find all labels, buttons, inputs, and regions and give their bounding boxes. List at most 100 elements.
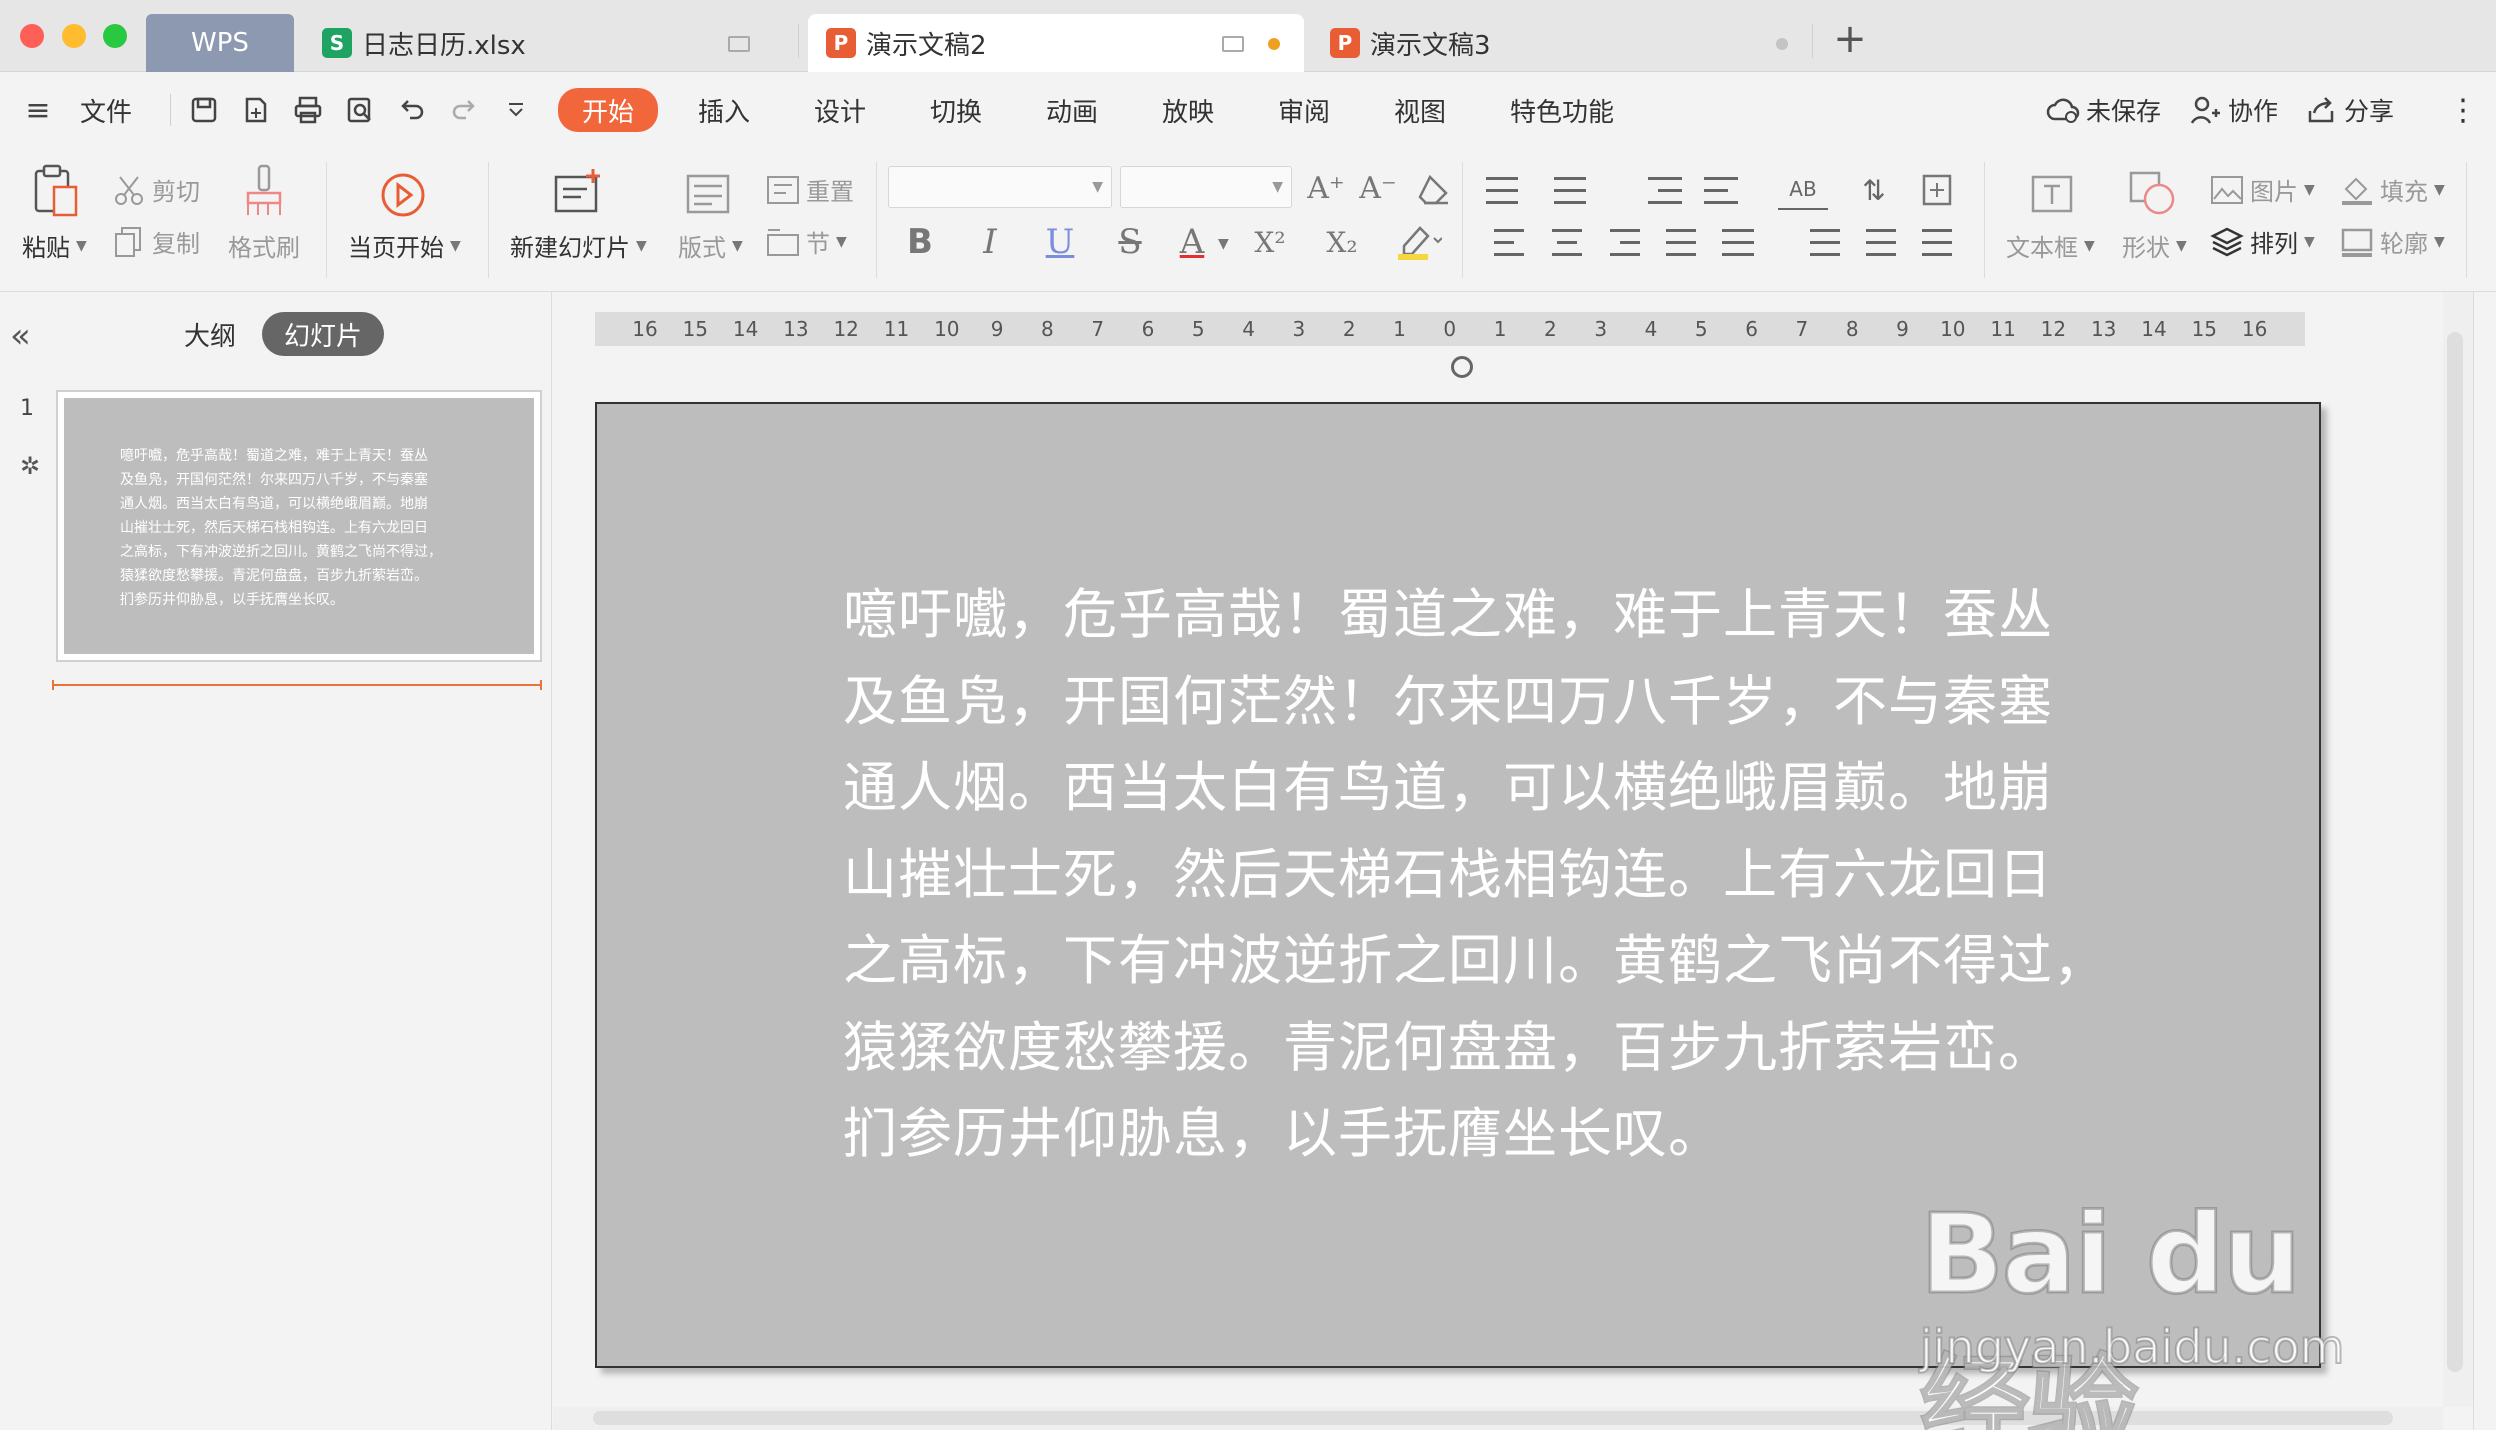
undo-icon[interactable] xyxy=(396,94,428,126)
hamburger-menu-icon[interactable]: ≡ xyxy=(22,93,54,128)
slide-thumbnail[interactable]: 噫吁嚱，危乎高哉！蜀道之难，难于上青天！蚕丛 及鱼凫，开国何茫然！尔来四万八千岁… xyxy=(56,390,542,662)
redo-icon[interactable] xyxy=(448,94,480,126)
copy-button[interactable]: 复制 xyxy=(112,224,200,259)
export-pdf-icon[interactable] xyxy=(240,94,272,126)
picture-button[interactable]: 图片 ▼ xyxy=(2210,172,2315,207)
menu-tab-insert[interactable]: 插入 xyxy=(698,92,750,128)
clear-format-icon[interactable] xyxy=(1412,170,1456,210)
section-button[interactable]: 节 ▼ xyxy=(766,224,847,259)
superscript-button[interactable]: X² xyxy=(1248,220,1292,264)
format-painter-button[interactable]: 格式刷 xyxy=(228,228,300,263)
play-from-current-button[interactable]: 当页开始 ▼ xyxy=(348,228,461,263)
align-left-icon[interactable] xyxy=(1494,224,1534,260)
menu-tab-slideshow[interactable]: 放映 xyxy=(1162,92,1214,128)
cut-button[interactable]: 剪切 xyxy=(112,172,200,207)
line-spacing-icon[interactable] xyxy=(1810,224,1850,260)
customize-toolbar-icon[interactable] xyxy=(500,94,532,126)
textbox-icon[interactable] xyxy=(2028,172,2076,216)
unsaved-cloud-button[interactable]: 未保存 xyxy=(2046,94,2161,126)
menu-tab-view[interactable]: 视图 xyxy=(1394,92,1446,128)
slide-textbox[interactable]: 噫吁嚱，危乎高哉！蜀道之难，难于上青天！蚕丛 及鱼凫，开国何茫然！尔来四万八千岁… xyxy=(843,572,2123,1178)
paste-button[interactable]: 粘贴 ▼ xyxy=(22,228,87,263)
menu-tab-transition[interactable]: 切换 xyxy=(930,92,982,128)
justify-icon[interactable] xyxy=(1666,224,1706,260)
font-size-select[interactable]: ▼ xyxy=(1120,166,1292,208)
new-tab-button[interactable]: + xyxy=(1830,14,1870,64)
reset-button[interactable]: 重置 xyxy=(766,172,854,207)
numbered-list-icon[interactable] xyxy=(1554,172,1594,208)
arrange-button[interactable]: 排列 ▼ xyxy=(2210,224,2315,259)
textbox-label: 文本框 xyxy=(2006,234,2078,262)
play-from-current-icon[interactable] xyxy=(378,170,428,220)
save-icon[interactable] xyxy=(188,94,220,126)
highlight-icon[interactable] xyxy=(1392,220,1444,264)
layout-icon[interactable] xyxy=(686,172,730,216)
chevron-down-icon: ▼ xyxy=(1272,179,1283,195)
share-button[interactable]: 分享 xyxy=(2306,94,2394,126)
sort-icon[interactable]: ⇅ xyxy=(1852,168,1896,212)
more-options-icon[interactable]: ⋮ xyxy=(2448,93,2478,128)
vertical-scroll-thumb[interactable] xyxy=(2447,332,2463,1372)
tab-document-ppt3[interactable]: P 演示文稿3 xyxy=(1316,14,1806,72)
shrink-font-icon[interactable]: A⁻ xyxy=(1356,166,1400,210)
align-center-icon[interactable] xyxy=(1552,224,1592,260)
distribute-icon[interactable] xyxy=(1722,224,1762,260)
zoom-window-button[interactable] xyxy=(103,24,127,48)
align-text-icon[interactable] xyxy=(1912,168,1968,212)
decrease-indent-icon[interactable] xyxy=(1648,172,1688,208)
menu-tab-review[interactable]: 审阅 xyxy=(1278,92,1330,128)
horizontal-scroll-thumb[interactable] xyxy=(593,1411,2393,1425)
shape-icon[interactable] xyxy=(2126,168,2180,218)
tab-outline[interactable]: 大纲 xyxy=(184,312,236,356)
italic-button[interactable]: I xyxy=(968,220,1012,264)
tab-slides[interactable]: 幻灯片 xyxy=(262,312,385,356)
paste-icon[interactable] xyxy=(30,162,82,218)
font-name-select[interactable]: ▼ xyxy=(888,166,1112,208)
tab-wps-home[interactable]: WPS xyxy=(146,14,294,72)
print-icon[interactable] xyxy=(292,94,324,126)
layout-button[interactable]: 版式 ▼ xyxy=(678,228,743,263)
close-tab-dot-icon[interactable] xyxy=(1776,38,1788,50)
bullet-list-icon[interactable] xyxy=(1486,172,1526,208)
grow-font-icon[interactable]: A⁺ xyxy=(1304,166,1348,210)
minimize-window-button[interactable] xyxy=(62,24,86,48)
strikethrough-button[interactable]: S xyxy=(1108,220,1152,264)
text-direction-icon[interactable]: AB xyxy=(1778,170,1828,210)
spacing-options-icon[interactable] xyxy=(1922,224,1962,260)
new-slide-icon[interactable] xyxy=(552,166,604,218)
tab-document-ppt2[interactable]: P 演示文稿2 xyxy=(808,14,1304,72)
monitor-icon[interactable] xyxy=(1222,36,1244,52)
horizontal-scrollbar[interactable] xyxy=(553,1407,2443,1430)
close-window-button[interactable] xyxy=(20,24,44,48)
copy-icon xyxy=(112,225,146,259)
align-right-icon[interactable] xyxy=(1610,224,1650,260)
monitor-icon[interactable] xyxy=(728,36,750,52)
picture-label: 图片 xyxy=(2250,178,2298,206)
new-slide-button[interactable]: 新建幻灯片 ▼ xyxy=(510,228,647,263)
menu-tab-special-features[interactable]: 特色功能 xyxy=(1510,92,1614,128)
subscript-button[interactable]: X₂ xyxy=(1320,220,1364,264)
menu-tab-animation[interactable]: 动画 xyxy=(1046,92,1098,128)
menu-tab-home[interactable]: 开始 xyxy=(558,88,659,132)
fill-button[interactable]: 填充 ▼ xyxy=(2340,172,2445,207)
outline-button[interactable]: 轮廓 ▼ xyxy=(2340,224,2445,259)
slide-canvas[interactable]: 噫吁嚱，危乎高哉！蜀道之难，难于上青天！蚕丛 及鱼凫，开国何茫然！尔来四万八千岁… xyxy=(595,402,2321,1368)
shape-button[interactable]: 形状 ▼ xyxy=(2122,228,2187,263)
menu-tab-design[interactable]: 设计 xyxy=(814,92,866,128)
bold-button[interactable]: B xyxy=(898,220,942,264)
font-color-dropdown[interactable]: ▼ xyxy=(1212,236,1229,252)
font-color-button[interactable]: A xyxy=(1170,220,1214,264)
tab-document-xlsx[interactable]: S 日志日历.xlsx xyxy=(316,14,786,72)
menu-file[interactable]: 文件 xyxy=(80,92,132,128)
format-painter-icon[interactable] xyxy=(240,162,288,218)
print-preview-icon[interactable] xyxy=(344,94,376,126)
collapse-panel-icon[interactable]: « xyxy=(10,316,31,356)
textbox-button[interactable]: 文本框 ▼ xyxy=(2006,228,2095,263)
rotate-handle-icon[interactable] xyxy=(1451,356,1473,378)
vertical-scrollbar[interactable] xyxy=(2443,292,2473,1407)
underline-button[interactable]: U xyxy=(1038,220,1082,264)
collaborate-button[interactable]: 协作 xyxy=(2190,94,2278,126)
paragraph-spacing-icon[interactable] xyxy=(1866,224,1906,260)
increase-indent-icon[interactable] xyxy=(1704,172,1744,208)
chevron-down-icon: ▼ xyxy=(450,237,461,254)
